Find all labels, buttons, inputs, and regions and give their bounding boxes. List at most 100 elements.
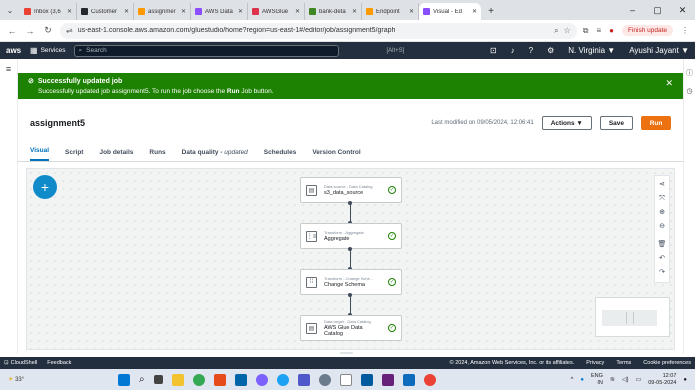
- close-window-icon[interactable]: ✕: [670, 5, 695, 16]
- save-button[interactable]: Save: [599, 116, 633, 130]
- tab-close-icon[interactable]: ✕: [238, 8, 243, 15]
- reading-list-icon[interactable]: ≡: [596, 26, 601, 35]
- browser-tab[interactable]: AWS Data ✕: [191, 3, 248, 20]
- redo-icon[interactable]: ↷: [655, 266, 669, 280]
- vs-icon[interactable]: [381, 373, 394, 386]
- extensions-icon[interactable]: ⧉: [583, 26, 589, 36]
- info-icon[interactable]: ⓘ: [684, 68, 695, 78]
- tab-close-icon[interactable]: ✕: [295, 8, 300, 15]
- tab-search-icon[interactable]: ⌄: [0, 0, 20, 20]
- forward-icon[interactable]: →: [24, 26, 36, 36]
- teams-icon[interactable]: [297, 373, 310, 386]
- add-node-button[interactable]: +: [33, 175, 57, 199]
- actions-button[interactable]: Actions ▼: [541, 116, 592, 130]
- tab-visual[interactable]: Visual: [30, 147, 50, 161]
- edge-handle[interactable]: [348, 247, 352, 251]
- browser-tab[interactable]: Customer ✕: [77, 3, 134, 20]
- volume-icon[interactable]: ◁): [622, 376, 629, 383]
- maximize-icon[interactable]: ▢: [645, 5, 670, 16]
- notification-icon[interactable]: ●: [683, 377, 687, 383]
- back-icon[interactable]: ←: [6, 26, 18, 36]
- bookmark-star-icon[interactable]: ☆: [564, 26, 571, 35]
- graph-node[interactable]: ⁞⁞ Transform - Change Sche... Change Schem…: [300, 269, 402, 295]
- help-icon[interactable]: ?: [529, 46, 533, 55]
- account-menu[interactable]: Ayushi Jayant ▼: [629, 46, 689, 55]
- file-explorer-icon[interactable]: [171, 373, 184, 386]
- tab-runs[interactable]: Runs: [149, 149, 165, 161]
- office-icon[interactable]: [213, 373, 226, 386]
- tab-close-icon[interactable]: ✕: [67, 8, 72, 15]
- chrome-pinned-icon[interactable]: [423, 373, 436, 386]
- browser-tab[interactable]: Visual - Ed ✕: [419, 3, 481, 20]
- clock[interactable]: 12:07 09-05-2024: [648, 373, 676, 387]
- edge-handle[interactable]: [348, 201, 352, 205]
- tab-job-details[interactable]: Job details: [99, 149, 133, 161]
- cloudshell-icon[interactable]: ⊡: [490, 46, 497, 55]
- undo-icon[interactable]: ↶: [655, 252, 669, 266]
- tab-schedules[interactable]: Schedules: [264, 149, 297, 161]
- vscode-icon[interactable]: [234, 373, 247, 386]
- notepad-icon[interactable]: [339, 373, 352, 386]
- zoom-icon[interactable]: ⌕: [554, 26, 558, 36]
- zoom-out-icon[interactable]: ⊖: [655, 220, 669, 234]
- terms-link[interactable]: Terms: [616, 360, 631, 366]
- reload-icon[interactable]: ↻: [42, 25, 54, 36]
- settings-app-icon[interactable]: [318, 373, 331, 386]
- delete-icon[interactable]: 🗑: [655, 238, 669, 252]
- tab-version-control[interactable]: Version Control: [312, 149, 360, 161]
- zoom-in-icon[interactable]: ⊕: [655, 206, 669, 220]
- history-icon[interactable]: ◷: [684, 87, 695, 95]
- tab-close-icon[interactable]: ✕: [181, 8, 186, 15]
- close-icon[interactable]: ✕: [665, 78, 673, 89]
- chevron-up-icon[interactable]: ^: [571, 377, 574, 383]
- edge-icon[interactable]: [276, 373, 289, 386]
- tab-script[interactable]: Script: [65, 149, 83, 161]
- region-selector[interactable]: N. Virginia ▼: [568, 46, 615, 55]
- weather-widget[interactable]: ☀ 33°: [8, 376, 48, 383]
- taskbar-search-icon[interactable]: ⌕: [139, 374, 145, 385]
- browser-tab[interactable]: Inbox (3,6 ✕: [20, 3, 77, 20]
- run-button[interactable]: Run: [641, 116, 671, 130]
- browser-tab[interactable]: assignmer ✕: [134, 3, 191, 20]
- browser-tab[interactable]: Endpoint ✕: [362, 3, 419, 20]
- feedback-link[interactable]: Feedback: [47, 360, 71, 366]
- aws-logo[interactable]: aws: [6, 46, 22, 55]
- browser-tab[interactable]: AWSGlue ✕: [248, 3, 305, 20]
- tab-close-icon[interactable]: ✕: [352, 8, 357, 15]
- tab-close-icon[interactable]: ✕: [472, 8, 477, 15]
- bell-icon[interactable]: ♪: [511, 46, 515, 55]
- aws-search-input[interactable]: ⌕ Search: [73, 44, 339, 57]
- services-menu[interactable]: ▦ Services: [30, 46, 66, 55]
- cookie-preferences-link[interactable]: Cookie preferences: [643, 360, 691, 366]
- hamburger-menu-icon[interactable]: ≡: [0, 64, 17, 74]
- graph-node[interactable]: ▤ Data target - Data Catalog AWS Glue Data…: [300, 315, 402, 341]
- tab-close-icon[interactable]: ✕: [124, 8, 129, 15]
- finish-update-button[interactable]: Finish update: [621, 25, 673, 36]
- share-icon[interactable]: ⋖: [655, 178, 669, 192]
- windows-start-icon[interactable]: [118, 373, 130, 386]
- graph-node[interactable]: ⋮≡ Transform - Aggregate Aggregate ✓: [300, 223, 402, 249]
- new-tab-button[interactable]: +: [481, 3, 501, 20]
- browser-tab[interactable]: bank-deta ✕: [305, 3, 362, 20]
- store-icon[interactable]: [360, 373, 373, 386]
- language-indicator[interactable]: ENG IN: [591, 373, 603, 387]
- tab-close-icon[interactable]: ✕: [409, 8, 414, 15]
- graph-node[interactable]: ▤ Data source - Data Catalog s3_data_sourc…: [300, 177, 402, 203]
- profile-avatar-icon[interactable]: ●: [609, 26, 614, 35]
- chrome-icon[interactable]: [192, 373, 205, 386]
- fit-view-icon[interactable]: ⤧: [655, 192, 669, 206]
- privacy-link[interactable]: Privacy: [586, 360, 604, 366]
- battery-icon[interactable]: ▭: [636, 376, 642, 383]
- copilot-icon[interactable]: [255, 373, 268, 386]
- mail-icon[interactable]: [402, 373, 415, 386]
- gear-icon[interactable]: ⚙: [547, 46, 554, 55]
- onedrive-icon[interactable]: ●: [580, 377, 584, 383]
- minimize-icon[interactable]: –: [620, 5, 645, 15]
- canvas-minimap[interactable]: [595, 297, 670, 337]
- task-view-icon[interactable]: [153, 375, 163, 384]
- edge-handle[interactable]: [348, 293, 352, 297]
- browser-menu-icon[interactable]: ⋮: [681, 26, 689, 35]
- visual-canvas[interactable]: + ⋖ ⤧ ⊕ ⊖ 🗑 ↶ ↷ ▤ Data source - Data Cata…: [26, 168, 675, 350]
- url-field[interactable]: ⇌ us-east-1.console.aws.amazon.com/glues…: [60, 22, 577, 39]
- wifi-icon[interactable]: ≋: [610, 376, 615, 383]
